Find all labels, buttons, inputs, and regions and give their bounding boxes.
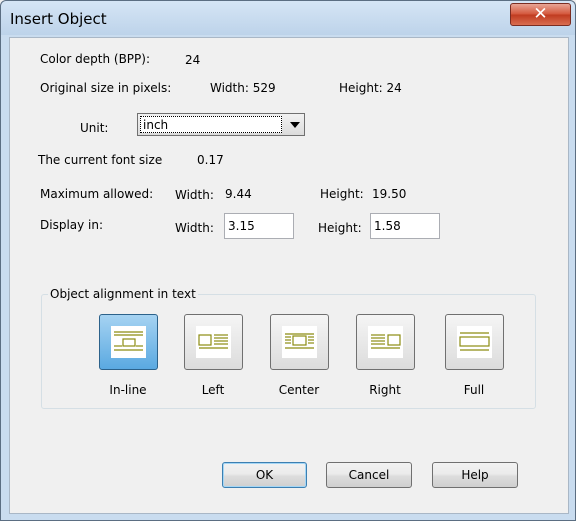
- display-height-input[interactable]: [370, 213, 440, 239]
- ok-button[interactable]: OK: [222, 462, 307, 488]
- original-height-text: Height: 24: [339, 81, 402, 95]
- chevron-down-icon[interactable]: [290, 122, 300, 128]
- align-full-icon: [457, 326, 492, 358]
- max-width-label: Width:: [175, 188, 214, 202]
- cancel-button[interactable]: Cancel: [326, 462, 412, 488]
- align-center-icon: [282, 326, 317, 358]
- align-center-button[interactable]: [270, 314, 329, 370]
- max-height-label: Height:: [320, 187, 364, 201]
- align-center-label: Center: [278, 383, 320, 397]
- close-icon: ✕: [533, 4, 548, 24]
- maximum-allowed-label: Maximum allowed:: [40, 187, 154, 201]
- align-inline-icon: [111, 326, 146, 358]
- color-depth-value: 24: [185, 53, 201, 67]
- align-left-button[interactable]: [184, 314, 243, 370]
- align-left-icon: [196, 326, 231, 358]
- display-in-label: Display in:: [40, 218, 104, 232]
- dialog-title: Insert Object: [10, 10, 107, 28]
- align-left-label: Left: [201, 383, 225, 397]
- alignment-group-title: Object alignment in text: [48, 287, 198, 301]
- font-size-value: 0.17: [197, 153, 224, 167]
- close-button[interactable]: ✕: [510, 3, 571, 26]
- align-inline-button[interactable]: [99, 314, 158, 370]
- display-width-label: Width:: [175, 221, 214, 235]
- original-width-text: Width: 529: [210, 81, 276, 95]
- align-right-label: Right: [369, 383, 401, 397]
- display-width-input[interactable]: [224, 213, 294, 239]
- title-bar: Insert Object ✕: [1, 1, 575, 35]
- unit-dropdown[interactable]: inch: [137, 113, 305, 136]
- unit-label: Unit:: [80, 121, 109, 135]
- unit-selected-value: inch: [140, 116, 282, 133]
- max-width-value: 9.44: [225, 187, 252, 201]
- original-size-label: Original size in pixels:: [40, 81, 172, 95]
- font-size-label: The current font size: [38, 153, 163, 167]
- alignment-group: Object alignment in text In-line Left Ce…: [41, 287, 536, 409]
- align-full-button[interactable]: [445, 314, 504, 370]
- align-full-label: Full: [463, 383, 485, 397]
- dialog-body: Color depth (BPP): 24 Original size in p…: [9, 37, 569, 514]
- display-height-label: Height:: [318, 221, 362, 235]
- align-inline-label: In-line: [109, 383, 147, 397]
- align-right-icon: [368, 326, 403, 358]
- align-right-button[interactable]: [356, 314, 415, 370]
- color-depth-label: Color depth (BPP):: [40, 52, 150, 66]
- max-height-value: 19.50: [372, 187, 407, 201]
- help-button[interactable]: Help: [432, 462, 518, 488]
- insert-object-dialog: Insert Object ✕ Color depth (BPP): 24 Or…: [0, 0, 576, 521]
